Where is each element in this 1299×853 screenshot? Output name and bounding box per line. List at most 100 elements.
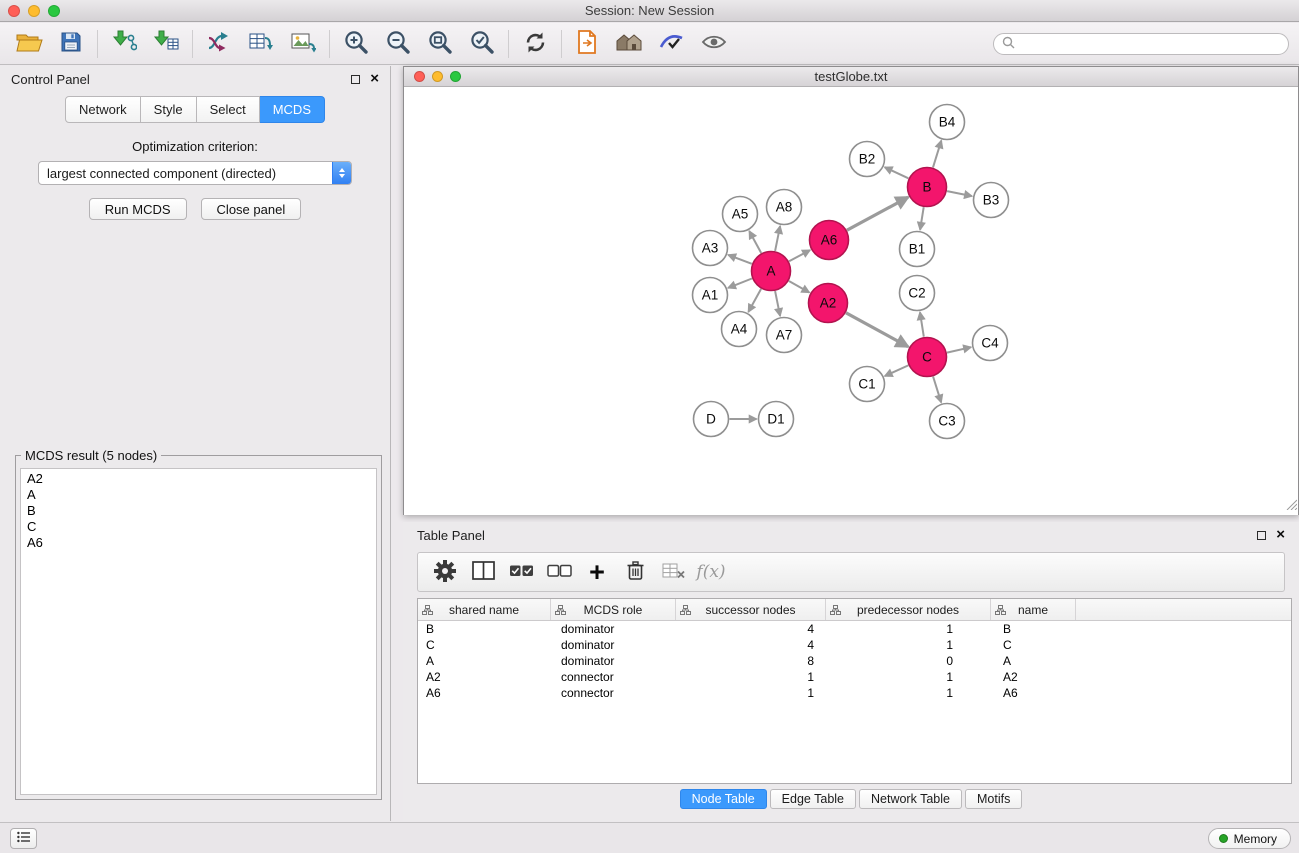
edge-B-B4[interactable] — [933, 141, 941, 168]
edge-A-A3[interactable] — [728, 255, 752, 264]
tab-style[interactable]: Style — [141, 96, 197, 123]
result-item[interactable]: B — [21, 503, 376, 519]
edge-A6-B[interactable] — [847, 197, 908, 230]
column-header-shared-name[interactable]: shared name — [418, 599, 551, 620]
home-button[interactable] — [609, 26, 651, 62]
tab-select[interactable]: Select — [197, 96, 260, 123]
open-document-button[interactable] — [567, 26, 609, 62]
edge-C-C1[interactable] — [885, 365, 909, 376]
split-view-button[interactable] — [464, 553, 502, 591]
graph-node-A6[interactable]: A6 — [810, 221, 849, 260]
zoom-network-window-button[interactable] — [450, 71, 461, 82]
edge-C-C2[interactable] — [920, 312, 924, 336]
run-mcds-button[interactable]: Run MCDS — [89, 198, 187, 220]
minimize-network-window-button[interactable] — [432, 71, 443, 82]
delete-column-button[interactable] — [616, 553, 654, 591]
close-window-button[interactable] — [8, 5, 20, 17]
table-row[interactable]: A6connector11A6 — [418, 685, 1291, 701]
column-header-predecessor-nodes[interactable]: predecessor nodes — [826, 599, 991, 620]
edge-B-B2[interactable] — [885, 167, 909, 178]
edge-B-B3[interactable] — [947, 191, 972, 196]
result-item[interactable]: A2 — [21, 471, 376, 487]
graph-node-A5[interactable]: A5 — [723, 197, 758, 232]
graph-node-C3[interactable]: C3 — [930, 404, 965, 439]
edge-A2-C[interactable] — [846, 313, 908, 347]
graph-node-C1[interactable]: C1 — [850, 367, 885, 402]
import-table-button[interactable] — [145, 26, 187, 62]
export-image-button[interactable] — [282, 26, 324, 62]
zoom-in-button[interactable] — [335, 26, 377, 62]
save-session-button[interactable] — [50, 26, 92, 62]
edge-A-A4[interactable] — [748, 289, 761, 312]
add-column-button[interactable]: + — [578, 553, 616, 591]
table-row[interactable]: Cdominator41C — [418, 637, 1291, 653]
zoom-window-button[interactable] — [48, 5, 60, 17]
tab-network[interactable]: Network — [65, 96, 141, 123]
minimize-window-button[interactable] — [28, 5, 40, 17]
close-panel-button[interactable]: Close panel — [201, 198, 302, 220]
graph-node-C2[interactable]: C2 — [900, 276, 935, 311]
zoom-selected-button[interactable] — [461, 26, 503, 62]
deselect-all-button[interactable] — [540, 553, 578, 591]
close-panel-icon[interactable]: × — [370, 73, 379, 85]
graph-node-A[interactable]: A — [752, 252, 791, 291]
float-table-panel-icon[interactable] — [1257, 531, 1266, 540]
graph-node-A8[interactable]: A8 — [767, 190, 802, 225]
graph-node-A1[interactable]: A1 — [693, 278, 728, 313]
apply-function-button[interactable]: f(x) — [692, 553, 730, 591]
edge-A-A5[interactable] — [749, 231, 761, 253]
new-network-button[interactable] — [198, 26, 240, 62]
graph-node-C4[interactable]: C4 — [973, 326, 1008, 361]
graph-node-B[interactable]: B — [908, 168, 947, 207]
zoom-fit-button[interactable] — [419, 26, 461, 62]
table-settings-button[interactable] — [426, 553, 464, 591]
edge-C-C4[interactable] — [947, 347, 971, 352]
tab-edge-table[interactable]: Edge Table — [770, 789, 856, 809]
tab-network-table[interactable]: Network Table — [859, 789, 962, 809]
graph-node-D1[interactable]: D1 — [759, 402, 794, 437]
column-header-name[interactable]: name — [991, 599, 1076, 620]
graph-node-A7[interactable]: A7 — [767, 318, 802, 353]
graph-node-B4[interactable]: B4 — [930, 105, 965, 140]
import-network-db-button[interactable] — [240, 26, 282, 62]
edge-A-A8[interactable] — [775, 226, 780, 251]
graph-node-B1[interactable]: B1 — [900, 232, 935, 267]
network-canvas[interactable]: B4B2BB3A5A8A6B1A3AC2A1A2A4A7C4CC1C3DD1 — [404, 88, 1298, 515]
table-row[interactable]: A2connector11A2 — [418, 669, 1291, 685]
network-window-titlebar[interactable]: testGlobe.txt — [404, 67, 1298, 87]
delete-table-button[interactable] — [654, 553, 692, 591]
graph-node-A2[interactable]: A2 — [809, 284, 848, 323]
column-header-successor-nodes[interactable]: successor nodes — [676, 599, 826, 620]
mcds-result-list[interactable]: A2ABCA6 — [20, 468, 377, 795]
zoom-out-button[interactable] — [377, 26, 419, 62]
edge-C-C3[interactable] — [933, 377, 941, 403]
tab-node-table[interactable]: Node Table — [680, 789, 767, 809]
show-hide-button[interactable] — [693, 26, 735, 62]
memory-button[interactable]: Memory — [1208, 828, 1291, 849]
refresh-button[interactable] — [514, 26, 556, 62]
edge-A-A1[interactable] — [728, 279, 752, 288]
graph-node-A4[interactable]: A4 — [722, 312, 757, 347]
search-input[interactable] — [1020, 35, 1288, 53]
criterion-dropdown[interactable]: largest connected component (directed) — [38, 161, 352, 185]
validate-button[interactable] — [651, 26, 693, 62]
close-table-panel-icon[interactable]: × — [1276, 529, 1285, 541]
result-item[interactable]: A — [21, 487, 376, 503]
import-network-button[interactable] — [103, 26, 145, 62]
edge-A-A2[interactable] — [789, 281, 809, 293]
float-panel-icon[interactable] — [351, 75, 360, 84]
select-all-button[interactable] — [502, 553, 540, 591]
close-network-window-button[interactable] — [414, 71, 425, 82]
resize-grip[interactable] — [1284, 497, 1297, 513]
edge-B-B1[interactable] — [920, 207, 924, 230]
task-history-button[interactable] — [10, 828, 37, 849]
graph-node-B2[interactable]: B2 — [850, 142, 885, 177]
search-box[interactable] — [993, 33, 1289, 55]
edge-A-A6[interactable] — [789, 250, 810, 261]
graph-node-A3[interactable]: A3 — [693, 231, 728, 266]
result-item[interactable]: C — [21, 519, 376, 535]
tab-motifs[interactable]: Motifs — [965, 789, 1022, 809]
result-item[interactable]: A6 — [21, 535, 376, 551]
column-header-MCDS-role[interactable]: MCDS role — [551, 599, 676, 620]
open-session-button[interactable] — [8, 26, 50, 62]
